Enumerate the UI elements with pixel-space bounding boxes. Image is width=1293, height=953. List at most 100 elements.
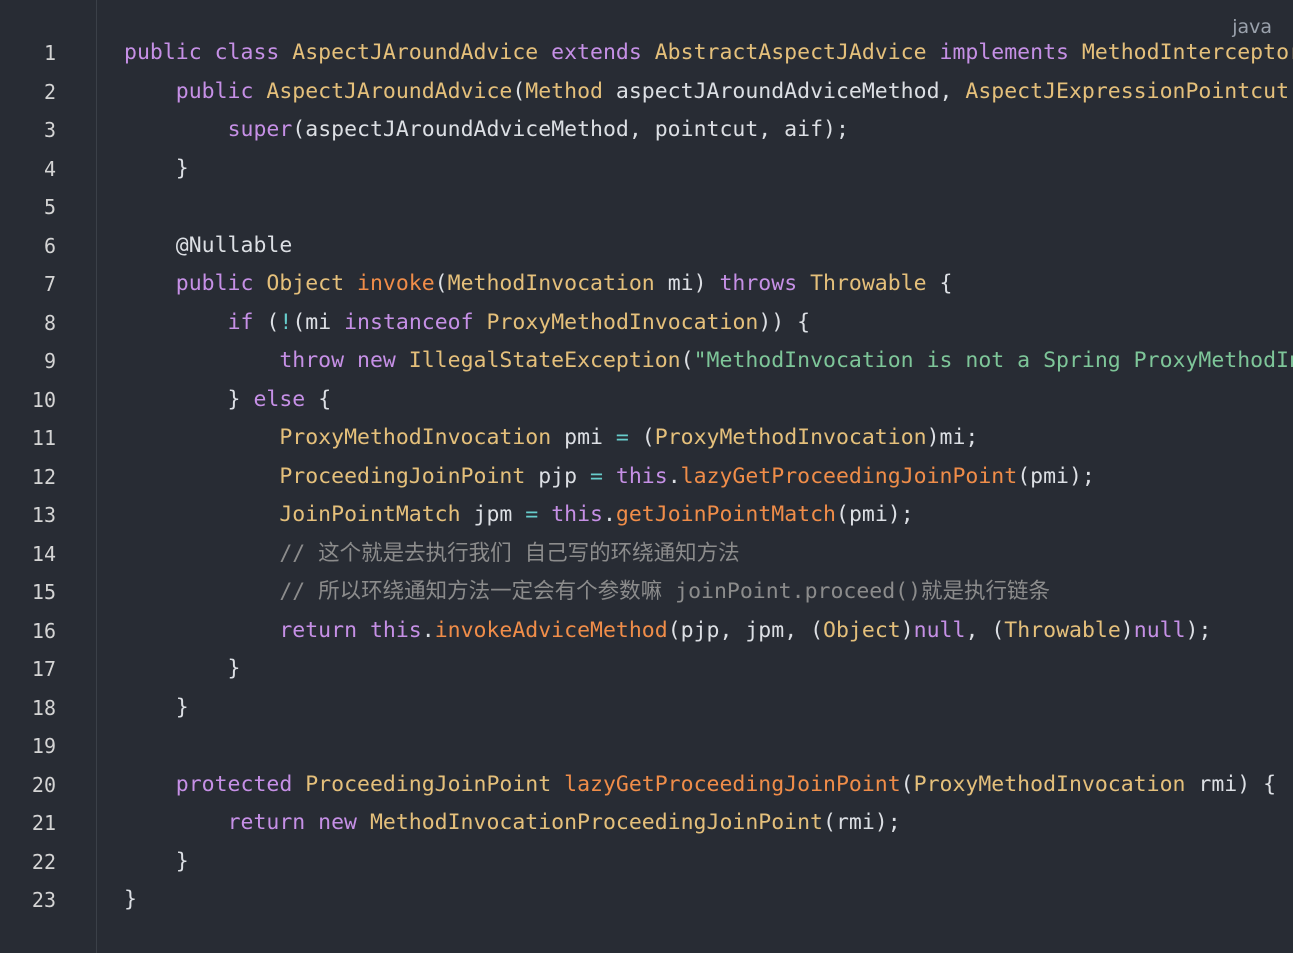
code-token: extends	[551, 40, 655, 65]
code-block: 1 2 3 4 5 6 7 8 9 10 11 12 13 14 15 16 17 18 19 20 21 22 23 ja…	[0, 0, 1293, 953]
code-token: else	[253, 386, 319, 412]
line-number: 9	[43, 349, 56, 373]
line-number: 3	[43, 118, 56, 142]
code-token: AspectJAroundAdvice	[266, 78, 513, 104]
code-token: throw	[279, 348, 358, 373]
code-token: Method	[525, 78, 616, 104]
code-token: pmi	[1030, 463, 1069, 489]
code-token: )	[693, 271, 720, 296]
line-number: 13	[31, 503, 56, 527]
code-token: .	[667, 463, 681, 489]
code-token: throws	[719, 271, 811, 296]
code-token: (	[810, 617, 824, 643]
code-area[interactable]: public class AspectJAroundAdvice extends…	[124, 34, 1293, 920]
code-token: , (	[965, 617, 1005, 643]
code-line: }	[124, 881, 1293, 920]
code-line: if (!(mi instanceof ProxyMethodInvocatio…	[124, 304, 1293, 343]
code-line: @Nullable	[124, 227, 1293, 266]
code-line: public AspectJAroundAdvice(Method aspect…	[124, 73, 1293, 112]
code-line: throw new IllegalStateException("MethodI…	[124, 342, 1293, 381]
code-token: // 所以环绕通知方法一定会有个参数嘛 joinPoint.proceed()就…	[279, 579, 1051, 604]
code-token: Object	[266, 271, 357, 296]
code-line: }	[124, 150, 1293, 189]
code-token: jpm	[473, 502, 526, 527]
code-line: super(aspectJAroundAdviceMethod, pointcu…	[124, 111, 1293, 150]
code-token: "MethodInvocation is not a Spring ProxyM…	[693, 348, 1293, 373]
code-token: ProxyMethodInvocation	[279, 425, 565, 450]
code-token: ProxyMethodInvocation	[913, 771, 1199, 797]
code-token: new	[318, 810, 370, 835]
code-token: );	[1185, 617, 1212, 643]
code-token: }	[124, 155, 189, 181]
code-token: implements	[939, 40, 1082, 65]
code-token: (	[900, 771, 914, 797]
code-token: (	[641, 425, 655, 450]
code-token: mi;	[939, 425, 979, 450]
code-token: !	[279, 309, 293, 335]
code-token: (	[823, 810, 836, 835]
code-token: {	[318, 386, 332, 412]
line-number: 2	[43, 79, 56, 104]
line-number: 21	[31, 811, 56, 835]
code-token: }	[124, 887, 137, 912]
code-token: =	[590, 463, 616, 489]
code-token: return	[227, 810, 319, 835]
code-token: AspectJAroundAdvice	[292, 40, 552, 65]
code-token: );	[1068, 463, 1095, 489]
code-token: AbstractAspectJAdvice	[654, 40, 940, 65]
code-token: AspectJExpressionPointcut	[965, 78, 1290, 104]
code-line: // 所以环绕通知方法一定会有个参数嘛 joinPoint.proceed()就…	[124, 573, 1293, 612]
code-token: rmi	[835, 810, 875, 835]
line-number: 22	[31, 849, 56, 874]
code-token: protected	[175, 771, 306, 797]
line-number: 16	[31, 618, 56, 643]
code-token: (	[1017, 463, 1031, 489]
code-token: );	[823, 117, 849, 142]
code-token: );	[887, 502, 914, 527]
code-token: pmi	[848, 502, 888, 527]
line-number: 10	[31, 387, 56, 412]
code-token: aspectJAroundAdviceMethod, pointcut, aif	[305, 117, 824, 142]
line-number: 12	[31, 464, 56, 489]
code-token: ProceedingJoinPoint	[279, 463, 539, 489]
code-line: }	[124, 689, 1293, 728]
code-line: } else {	[124, 381, 1293, 420]
code-token: (	[512, 78, 526, 104]
code-token: );	[874, 810, 901, 835]
code-token: }	[124, 694, 189, 720]
code-line: ProceedingJoinPoint pjp = this.lazyGetPr…	[124, 458, 1293, 497]
line-number-gutter: 1 2 3 4 5 6 7 8 9 10 11 12 13 14 15 16 17 18 19 20 21 22 23	[0, 0, 97, 953]
code-line: JoinPointMatch jpm = this.getJoinPointMa…	[124, 496, 1293, 535]
line-number: 17	[31, 657, 56, 681]
code-token: pmi	[564, 425, 616, 450]
code-token: MethodInvocation	[447, 271, 668, 296]
code-token: instanceof	[344, 309, 487, 335]
line-number: 6	[43, 233, 56, 258]
code-token: lazyGetProceedingJoinPoint	[564, 771, 901, 797]
code-token: ) {	[1237, 771, 1277, 797]
code-token: rmi	[1198, 771, 1238, 797]
code-token: )	[900, 617, 914, 643]
code-line: }	[124, 650, 1293, 689]
code-token: invoke	[357, 271, 435, 296]
code-token: {	[939, 271, 953, 296]
code-token: Throwable	[810, 271, 940, 296]
code-token: ProxyMethodInvocation	[654, 425, 927, 450]
code-line: public class AspectJAroundAdvice extends…	[124, 34, 1293, 73]
code-token: }	[124, 848, 189, 874]
line-number: 7	[43, 272, 56, 296]
line-number: 19	[31, 734, 56, 758]
code-token: (	[680, 348, 694, 373]
code-token: (	[835, 502, 849, 527]
code-line: public Object invoke(MethodInvocation mi…	[124, 265, 1293, 304]
code-token: (	[292, 309, 306, 335]
code-token: lazyGetProceedingJoinPoint	[680, 463, 1018, 489]
